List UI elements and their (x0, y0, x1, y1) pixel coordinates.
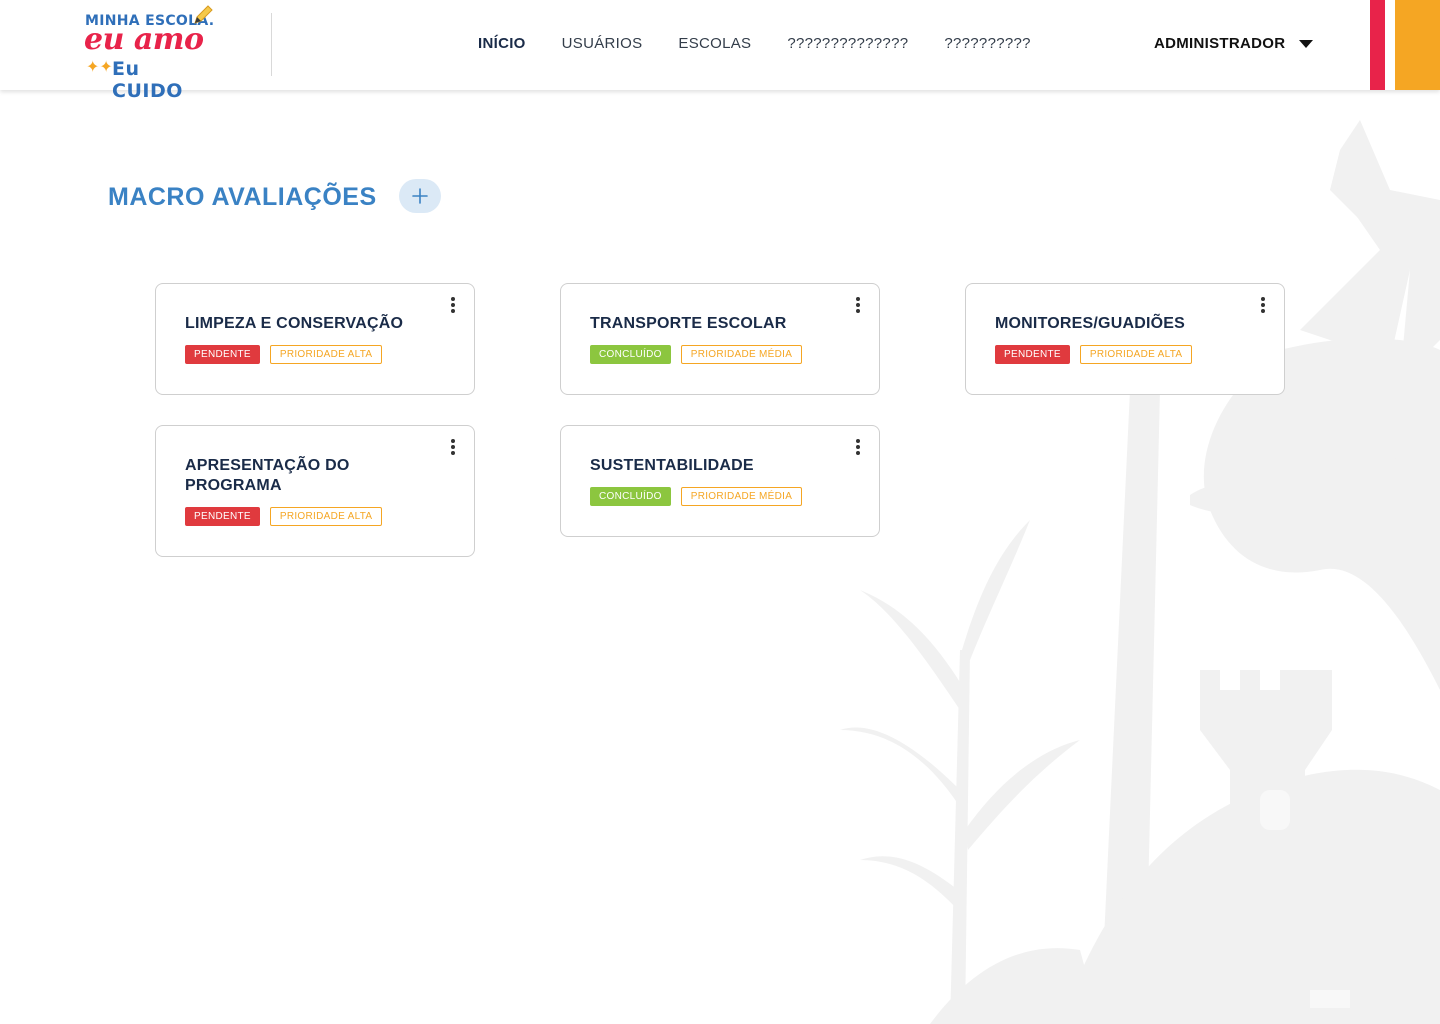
kebab-menu-icon[interactable] (1258, 296, 1268, 314)
card-tags: CONCLUÍDO PRIORIDADE MÉDIA (590, 487, 803, 506)
priority-badge: PRIORIDADE ALTA (269, 507, 383, 526)
evaluation-card[interactable]: TRANSPORTE ESCOLAR CONCLUÍDO PRIORIDADE … (560, 283, 880, 395)
card-tags: PENDENTE PRIORIDADE ALTA (185, 507, 383, 526)
kebab-menu-icon[interactable] (853, 296, 863, 314)
nav-item-escolas[interactable]: ESCOLAS (678, 35, 751, 52)
priority-badge: PRIORIDADE ALTA (269, 345, 383, 364)
card-title: SUSTENTABILIDADE (590, 457, 754, 474)
kebab-menu-icon[interactable] (853, 438, 863, 456)
accent-stripe-orange (1395, 0, 1440, 90)
user-menu[interactable]: ADMINISTRADOR (1154, 35, 1314, 52)
status-badge: PENDENTE (995, 345, 1070, 364)
accent-stripe-red (1370, 0, 1385, 90)
card-title: APRESENTAÇÃO DO PROGRAMA (185, 457, 350, 494)
priority-badge: PRIORIDADE ALTA (1079, 345, 1193, 364)
nav-item-5[interactable]: ?????????? (944, 35, 1030, 52)
sparkle-icon: ✦✦ (86, 57, 113, 76)
priority-badge: PRIORIDADE MÉDIA (680, 345, 803, 364)
nav-item-usuarios[interactable]: USUÁRIOS (562, 35, 643, 52)
nav-item-inicio[interactable]: INÍCIO (478, 35, 526, 52)
evaluation-card[interactable]: APRESENTAÇÃO DO PROGRAMA PENDENTE PRIORI… (155, 425, 475, 557)
top-header: MINHA ESCOLA. eu amo ✦✦ Eu CUIDO INÍCIO … (0, 0, 1440, 102)
status-badge: PENDENTE (185, 345, 260, 364)
status-badge: PENDENTE (185, 507, 260, 526)
card-title: MONITORES/GUADIÕES (995, 315, 1185, 332)
evaluation-card[interactable]: LIMPEZA E CONSERVAÇÃO PENDENTE PRIORIDAD… (155, 283, 475, 395)
card-tags: PENDENTE PRIORIDADE ALTA (995, 345, 1193, 364)
evaluation-card[interactable]: MONITORES/GUADIÕES PENDENTE PRIORIDADE A… (965, 283, 1285, 395)
page-title: MACRO AVALIAÇÕES (108, 183, 377, 211)
status-badge: CONCLUÍDO (590, 487, 671, 506)
evaluation-card[interactable]: SUSTENTABILIDADE CONCLUÍDO PRIORIDADE MÉ… (560, 425, 880, 537)
card-title: TRANSPORTE ESCOLAR (590, 315, 787, 332)
header-divider (271, 13, 272, 76)
status-badge: CONCLUÍDO (590, 345, 671, 364)
card-title: LIMPEZA E CONSERVAÇÃO (185, 315, 404, 332)
logo[interactable]: MINHA ESCOLA. eu amo ✦✦ Eu CUIDO (84, 4, 216, 102)
add-evaluation-button[interactable] (399, 179, 441, 213)
card-tags: CONCLUÍDO PRIORIDADE MÉDIA (590, 345, 803, 364)
nav-item-4[interactable]: ?????????????? (787, 35, 908, 52)
kebab-menu-icon[interactable] (448, 296, 458, 314)
priority-badge: PRIORIDADE MÉDIA (680, 487, 803, 506)
logo-line-2: eu amo (84, 22, 204, 57)
caret-down-icon (1299, 39, 1314, 48)
kebab-menu-icon[interactable] (448, 438, 458, 456)
card-tags: PENDENTE PRIORIDADE ALTA (185, 345, 383, 364)
background-watermark (840, 120, 1440, 1024)
logo-line-3: Eu CUIDO (112, 58, 183, 102)
user-menu-label: ADMINISTRADOR (1154, 35, 1286, 52)
plus-icon (412, 188, 428, 204)
main-nav: INÍCIO USUÁRIOS ESCOLAS ?????????????? ?… (478, 35, 1067, 52)
